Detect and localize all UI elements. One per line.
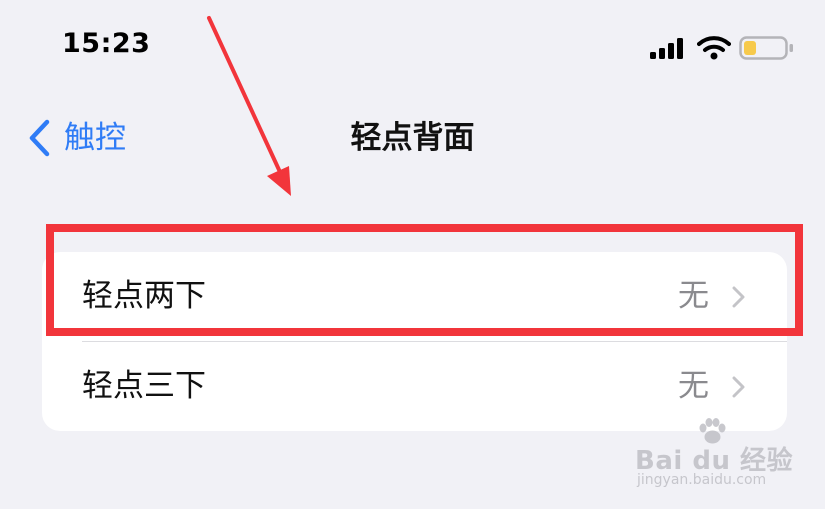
list-item-label: 轻点三下 — [82, 368, 206, 404]
chevron-right-icon — [732, 286, 745, 308]
watermark: Bai du 经验 jingyan.baidu.com — [635, 418, 793, 498]
signal-icon — [650, 38, 683, 59]
list-item-value: 无 — [678, 278, 709, 314]
status-icons — [650, 36, 800, 62]
battery-icon — [739, 36, 793, 60]
chevron-right-icon — [732, 376, 745, 398]
watermark-url: jingyan.baidu.com — [637, 472, 767, 488]
status-time: 15:23 — [62, 28, 151, 59]
wifi-icon — [697, 36, 731, 60]
page-title: 轻点背面 — [350, 120, 475, 156]
settings-list: 轻点两下 无 轻点三下 无 — [42, 252, 787, 431]
list-item-double-tap[interactable]: 轻点两下 无 — [42, 252, 787, 341]
list-item-label: 轻点两下 — [82, 278, 206, 314]
